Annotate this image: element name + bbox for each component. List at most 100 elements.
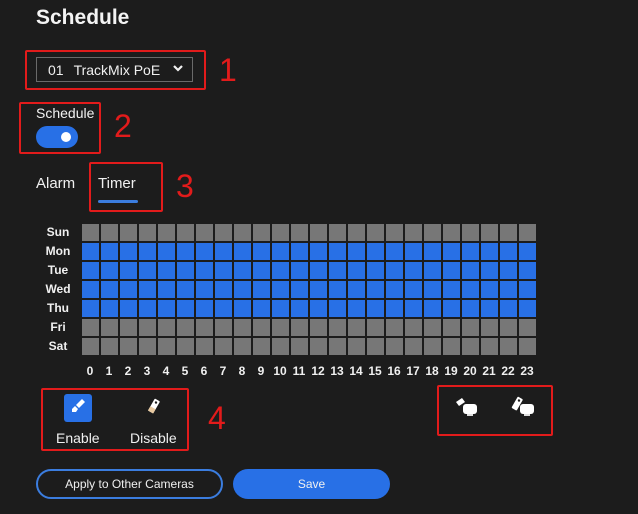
schedule-cell-sat-17[interactable] xyxy=(405,338,422,355)
schedule-cell-fri-15[interactable] xyxy=(367,319,384,336)
enable-tool-button[interactable] xyxy=(64,394,92,422)
schedule-cell-tue-8[interactable] xyxy=(234,262,251,279)
schedule-toggle[interactable] xyxy=(36,126,78,148)
schedule-cell-sun-17[interactable] xyxy=(405,224,422,241)
schedule-cell-fri-9[interactable] xyxy=(253,319,270,336)
schedule-cell-wed-2[interactable] xyxy=(120,281,137,298)
schedule-cell-thu-17[interactable] xyxy=(405,300,422,317)
schedule-cell-fri-2[interactable] xyxy=(120,319,137,336)
schedule-cell-tue-9[interactable] xyxy=(253,262,270,279)
schedule-cell-wed-21[interactable] xyxy=(481,281,498,298)
schedule-cell-wed-19[interactable] xyxy=(443,281,460,298)
schedule-cell-mon-20[interactable] xyxy=(462,243,479,260)
schedule-cell-tue-15[interactable] xyxy=(367,262,384,279)
schedule-cell-mon-15[interactable] xyxy=(367,243,384,260)
schedule-cell-tue-18[interactable] xyxy=(424,262,441,279)
schedule-cell-mon-11[interactable] xyxy=(291,243,308,260)
schedule-cell-sun-3[interactable] xyxy=(139,224,156,241)
schedule-cell-fri-5[interactable] xyxy=(177,319,194,336)
schedule-cell-sat-19[interactable] xyxy=(443,338,460,355)
schedule-cell-fri-0[interactable] xyxy=(82,319,99,336)
schedule-cell-thu-2[interactable] xyxy=(120,300,137,317)
save-button[interactable]: Save xyxy=(233,469,390,499)
schedule-cell-sat-6[interactable] xyxy=(196,338,213,355)
schedule-cell-sun-9[interactable] xyxy=(253,224,270,241)
enable-all-button[interactable] xyxy=(451,395,481,423)
schedule-cell-mon-22[interactable] xyxy=(500,243,517,260)
schedule-cell-thu-9[interactable] xyxy=(253,300,270,317)
schedule-cell-thu-15[interactable] xyxy=(367,300,384,317)
schedule-cell-fri-18[interactable] xyxy=(424,319,441,336)
schedule-cell-tue-22[interactable] xyxy=(500,262,517,279)
schedule-cell-fri-8[interactable] xyxy=(234,319,251,336)
schedule-cell-fri-14[interactable] xyxy=(348,319,365,336)
schedule-cell-sun-0[interactable] xyxy=(82,224,99,241)
schedule-cell-sun-1[interactable] xyxy=(101,224,118,241)
schedule-cell-mon-17[interactable] xyxy=(405,243,422,260)
schedule-cell-thu-3[interactable] xyxy=(139,300,156,317)
tab-timer[interactable]: Timer xyxy=(98,175,136,192)
schedule-cell-tue-21[interactable] xyxy=(481,262,498,279)
schedule-cell-sat-15[interactable] xyxy=(367,338,384,355)
schedule-cell-thu-13[interactable] xyxy=(329,300,346,317)
schedule-cell-mon-10[interactable] xyxy=(272,243,289,260)
schedule-cell-sat-22[interactable] xyxy=(500,338,517,355)
schedule-cell-thu-6[interactable] xyxy=(196,300,213,317)
schedule-cell-tue-19[interactable] xyxy=(443,262,460,279)
schedule-cell-thu-0[interactable] xyxy=(82,300,99,317)
schedule-cell-sat-11[interactable] xyxy=(291,338,308,355)
schedule-cell-fri-12[interactable] xyxy=(310,319,327,336)
schedule-cell-mon-16[interactable] xyxy=(386,243,403,260)
schedule-cell-sat-9[interactable] xyxy=(253,338,270,355)
schedule-cell-wed-7[interactable] xyxy=(215,281,232,298)
schedule-cell-mon-12[interactable] xyxy=(310,243,327,260)
schedule-cell-wed-14[interactable] xyxy=(348,281,365,298)
schedule-cell-fri-19[interactable] xyxy=(443,319,460,336)
schedule-cell-sat-23[interactable] xyxy=(519,338,536,355)
schedule-cell-sat-16[interactable] xyxy=(386,338,403,355)
schedule-cell-fri-4[interactable] xyxy=(158,319,175,336)
schedule-cell-tue-10[interactable] xyxy=(272,262,289,279)
schedule-cell-wed-13[interactable] xyxy=(329,281,346,298)
schedule-cell-sun-6[interactable] xyxy=(196,224,213,241)
schedule-cell-wed-23[interactable] xyxy=(519,281,536,298)
schedule-cell-tue-4[interactable] xyxy=(158,262,175,279)
schedule-cell-thu-11[interactable] xyxy=(291,300,308,317)
schedule-cell-wed-12[interactable] xyxy=(310,281,327,298)
schedule-cell-mon-1[interactable] xyxy=(101,243,118,260)
schedule-cell-thu-23[interactable] xyxy=(519,300,536,317)
schedule-cell-wed-9[interactable] xyxy=(253,281,270,298)
schedule-cell-sun-16[interactable] xyxy=(386,224,403,241)
schedule-cell-mon-14[interactable] xyxy=(348,243,365,260)
apply-to-other-cameras-button[interactable]: Apply to Other Cameras xyxy=(36,469,223,499)
schedule-cell-mon-3[interactable] xyxy=(139,243,156,260)
schedule-cell-sat-18[interactable] xyxy=(424,338,441,355)
schedule-cell-sat-1[interactable] xyxy=(101,338,118,355)
schedule-cell-sat-0[interactable] xyxy=(82,338,99,355)
schedule-cell-thu-16[interactable] xyxy=(386,300,403,317)
schedule-cell-sun-5[interactable] xyxy=(177,224,194,241)
schedule-cell-fri-16[interactable] xyxy=(386,319,403,336)
schedule-cell-sat-7[interactable] xyxy=(215,338,232,355)
schedule-cell-sun-2[interactable] xyxy=(120,224,137,241)
schedule-cell-sun-13[interactable] xyxy=(329,224,346,241)
schedule-cell-sat-10[interactable] xyxy=(272,338,289,355)
schedule-cell-tue-20[interactable] xyxy=(462,262,479,279)
schedule-cell-thu-1[interactable] xyxy=(101,300,118,317)
schedule-cell-fri-10[interactable] xyxy=(272,319,289,336)
schedule-cell-wed-0[interactable] xyxy=(82,281,99,298)
disable-all-button[interactable] xyxy=(508,395,538,423)
schedule-cell-wed-10[interactable] xyxy=(272,281,289,298)
schedule-cell-sun-14[interactable] xyxy=(348,224,365,241)
schedule-cell-thu-19[interactable] xyxy=(443,300,460,317)
schedule-cell-thu-18[interactable] xyxy=(424,300,441,317)
schedule-cell-wed-17[interactable] xyxy=(405,281,422,298)
schedule-cell-sun-20[interactable] xyxy=(462,224,479,241)
schedule-cell-sat-12[interactable] xyxy=(310,338,327,355)
schedule-cell-mon-8[interactable] xyxy=(234,243,251,260)
schedule-cell-thu-12[interactable] xyxy=(310,300,327,317)
schedule-cell-sun-19[interactable] xyxy=(443,224,460,241)
schedule-cell-sat-2[interactable] xyxy=(120,338,137,355)
schedule-cell-wed-22[interactable] xyxy=(500,281,517,298)
schedule-cell-wed-3[interactable] xyxy=(139,281,156,298)
